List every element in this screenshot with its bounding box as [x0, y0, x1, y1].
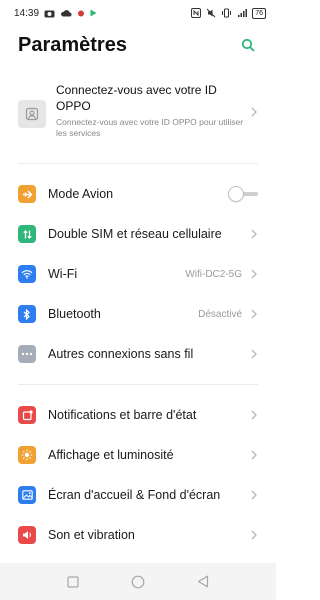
square-icon [67, 575, 79, 588]
settings-item-wifi[interactable]: Wi-Fi Wifi-DC2-5G [0, 256, 276, 292]
nfc-icon [191, 8, 202, 18]
circle-icon [131, 575, 145, 588]
header: Paramètres [0, 30, 276, 60]
chevron-right-icon [250, 106, 258, 118]
settings-item-label: Wi-Fi [48, 267, 78, 281]
settings-item-display[interactable]: Affichage et luminosité [0, 437, 276, 473]
bug-notification-icon [77, 9, 85, 17]
settings-item-value: Désactivé [198, 308, 242, 320]
account-title: Connectez-vous avec votre ID OPPO [56, 83, 217, 113]
bluetooth-icon [18, 305, 36, 323]
divider [18, 163, 258, 164]
cloud-notification-icon [60, 9, 72, 17]
settings-item-dual-sim[interactable]: Double SIM et réseau cellulaire [0, 216, 276, 252]
status-time: 14:39 [14, 7, 40, 19]
airplane-icon [18, 185, 36, 203]
settings-item-label: Bluetooth [48, 307, 101, 321]
settings-item-home-screen[interactable]: Écran d'accueil & Fond d'écran [0, 477, 276, 513]
settings-item-label: Affichage et luminosité [48, 448, 174, 462]
mute-icon [206, 8, 216, 18]
chevron-right-icon [250, 489, 258, 501]
chevron-right-icon [250, 228, 258, 240]
settings-item-airplane-mode[interactable]: Mode Avion [0, 176, 276, 212]
chevron-right-icon [250, 308, 258, 320]
chevron-right-icon [250, 529, 258, 541]
avatar [18, 100, 46, 128]
wifi-icon [18, 265, 36, 283]
search-button[interactable] [238, 35, 258, 55]
navigation-bar [0, 563, 276, 600]
search-icon [241, 38, 255, 52]
user-icon [25, 107, 39, 121]
settings-item-notifications[interactable]: Notifications et barre d'état [0, 397, 276, 433]
chevron-right-icon [250, 409, 258, 421]
sim-icon [18, 225, 36, 243]
camera-notification-icon [44, 9, 55, 18]
wallpaper-icon [18, 486, 36, 504]
settings-item-other-connections[interactable]: Autres connexions sans fil [0, 336, 276, 372]
sound-icon [18, 526, 36, 544]
divider [18, 384, 258, 385]
account-login-row[interactable]: Connectez-vous avec votre ID OPPO Connec… [0, 82, 276, 144]
vibrate-icon [221, 8, 232, 18]
battery-icon: 76 [252, 7, 266, 19]
account-subtitle: Connectez-vous avec votre ID OPPO pour u… [56, 117, 244, 138]
settings-item-label: Notifications et barre d'état [48, 408, 197, 422]
play-notification-icon [90, 9, 97, 17]
recent-apps-button[interactable] [63, 572, 83, 592]
settings-item-bluetooth[interactable]: Bluetooth Désactivé [0, 296, 276, 332]
brightness-icon [18, 446, 36, 464]
settings-item-value: Wifi-DC2-5G [185, 268, 242, 280]
settings-item-label: Écran d'accueil & Fond d'écran [48, 488, 221, 502]
page-title: Paramètres [18, 33, 127, 56]
chevron-right-icon [250, 348, 258, 360]
chevron-right-icon [250, 268, 258, 280]
home-button[interactable] [128, 572, 148, 592]
back-triangle-icon [198, 575, 209, 588]
settings-item-sound[interactable]: Son et vibration [0, 517, 276, 553]
chevron-right-icon [250, 449, 258, 461]
settings-item-label: Mode Avion [48, 187, 114, 201]
airplane-mode-toggle[interactable] [228, 186, 258, 202]
notifications-icon [18, 406, 36, 424]
settings-item-label: Autres connexions sans fil [48, 347, 194, 361]
status-bar: 14:39 76 [0, 0, 276, 26]
settings-item-label: Son et vibration [48, 528, 135, 542]
back-button[interactable] [193, 572, 213, 592]
more-connections-icon [18, 345, 36, 363]
settings-item-label: Double SIM et réseau cellulaire [48, 227, 222, 241]
signal-icon [237, 8, 248, 18]
